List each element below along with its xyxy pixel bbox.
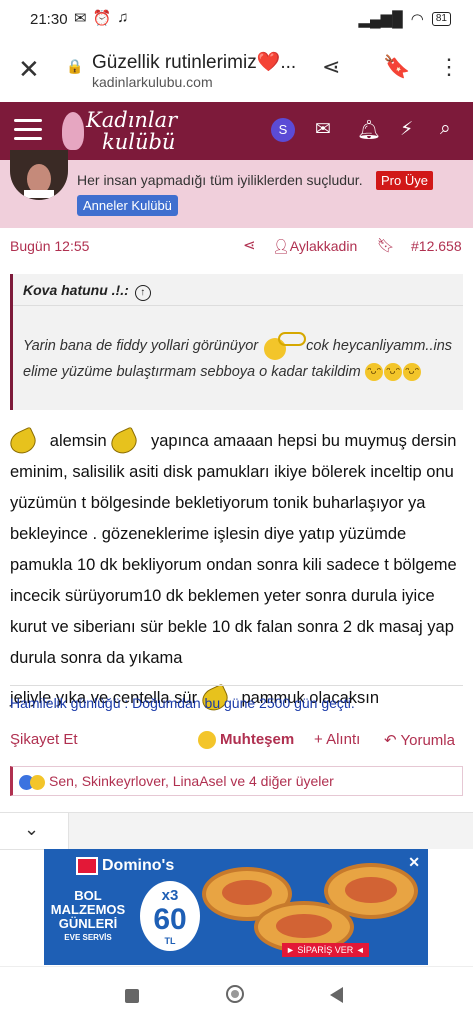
share-icon[interactable]: ⋖ xyxy=(322,54,340,80)
notifications-bell-icon[interactable]: 🔔︎ xyxy=(357,118,381,142)
home-icon[interactable] xyxy=(226,985,244,1003)
ad-close-icon[interactable]: ✕ xyxy=(408,854,420,871)
laughing-emoji-icon: ᵔᴗᵔ xyxy=(364,363,383,382)
author-motto: Her insan yapmadığı tüm iyiliklerden suç… xyxy=(77,172,363,188)
quote-button[interactable]: + Alıntı xyxy=(314,731,360,748)
collapse-bar: ⌄ xyxy=(0,812,473,850)
reaction-button[interactable]: Muhteşem xyxy=(198,731,295,750)
banana-emoji-icon xyxy=(107,426,141,458)
system-icons: ▂▄▆█ ◠ 81 xyxy=(358,10,451,28)
messages-icon[interactable]: ✉ xyxy=(315,118,331,141)
browser-toolbar: ✕ 🔒 Güzellik rutinlerimiz❤️... kadinlark… xyxy=(0,40,473,103)
go-to-quote-icon[interactable]: ↑ xyxy=(134,285,151,301)
laughing-emoji-icon: ᵔᴗᵔ xyxy=(402,363,421,382)
quote-text-1: Yarin bana de fiddy yollari görünüyor xyxy=(23,337,259,354)
collapse-tab[interactable]: ⌄ xyxy=(0,813,69,850)
advertisement-banner[interactable]: Domino's BOL MALZEMOS GÜNLERİ EVE SERVİS… xyxy=(44,849,428,965)
post-date[interactable]: Bugün 12:55 xyxy=(10,238,89,254)
banana-emoji-icon xyxy=(6,426,40,458)
battery-icon: 81 xyxy=(431,12,451,26)
wifi-icon: ◠ xyxy=(410,11,424,28)
page-domain[interactable]: kadinlarkulubu.com xyxy=(92,74,213,90)
reply-button[interactable]: ↶ Yorumla xyxy=(384,731,455,749)
quote-block: Kova hatunu .!.: ↑ Yarin bana de fiddy yo… xyxy=(10,274,463,410)
search-icon[interactable]: ⌕ xyxy=(440,118,451,140)
back-icon[interactable] xyxy=(330,987,343,1003)
tag-user-link[interactable]: 👤︎Aylakkadin xyxy=(272,238,357,255)
clock: 21:30 xyxy=(30,11,68,28)
logo-text-line1: Kadınlar xyxy=(86,108,178,132)
activity-bolt-icon[interactable]: ⚡︎ xyxy=(400,118,413,141)
status-bar: 21:30 ✉ ⏰ ♫ ▂▄▆█ ◠ 81 xyxy=(0,0,473,40)
ad-headline: BOL MALZEMOS GÜNLERİ EVE SERVİS xyxy=(50,889,126,945)
logo-text-line2: kulübü xyxy=(102,130,176,154)
system-nav-bar xyxy=(0,966,473,1025)
post-actions: Şikayet Et Muhteşem + Alıntı ↶ Yorumla xyxy=(0,731,473,753)
reactions-text: Sen, Skinkeyrlover, LinaAsel ve 4 diğer … xyxy=(49,773,334,789)
tag-user-label: Aylakkadin xyxy=(289,238,358,254)
pro-member-badge: Pro Üye xyxy=(376,171,433,190)
close-tab-icon[interactable]: ✕ xyxy=(18,54,40,85)
site-header: Kadınlar kulübü S ✉ 🔔︎ ⚡︎ ⌕ xyxy=(0,102,473,160)
signal-icon: ▂▄▆█ xyxy=(358,11,403,28)
ad-price: 60 xyxy=(153,903,187,936)
headphones-icon: ♫ xyxy=(117,9,129,26)
bookmark-post-icon[interactable]: 🔖︎ xyxy=(377,237,395,254)
site-logo[interactable]: Kadınlar kulübü xyxy=(62,106,182,156)
dominos-logo-icon xyxy=(76,857,98,875)
ad-currency: TL xyxy=(164,936,176,946)
group-badge[interactable]: Anneler Kulübü xyxy=(77,195,178,216)
alarm-icon: ⏰ xyxy=(92,10,112,27)
recents-icon[interactable] xyxy=(125,989,139,1003)
post-body: alemsin yapınca amaaan hepsi bu muymuş d… xyxy=(6,426,465,715)
report-button[interactable]: Şikayet Et xyxy=(10,731,78,748)
ad-line3: GÜNLERİ xyxy=(58,916,118,931)
page-title[interactable]: Güzellik rutinlerimiz❤️... xyxy=(92,50,302,74)
post-meta: Bugün 12:55 ⋖ 👤︎Aylakkadin 🔖︎ #12.658 xyxy=(0,236,473,258)
ad-price-badge: x3 60 TL xyxy=(140,881,200,951)
ad-brand-label: Domino's xyxy=(102,857,175,875)
reaction-label: Muhteşem xyxy=(220,731,295,748)
ad-brand: Domino's xyxy=(76,857,174,875)
lock-icon[interactable]: 🔒 xyxy=(66,58,83,75)
user-avatar[interactable]: S xyxy=(271,118,295,142)
share-post-icon[interactable]: ⋖ xyxy=(243,236,256,254)
divider xyxy=(10,685,463,686)
quote-body: Yarin bana de fiddy yollari görünüyor co… xyxy=(23,332,453,384)
post-text-1: alemsin xyxy=(49,432,107,450)
laughing-emoji-icon: ᵔᴗᵔ xyxy=(383,363,402,382)
quote-author: Kova hatunu .!.: xyxy=(23,282,129,298)
logo-figure xyxy=(62,112,84,150)
more-menu-icon[interactable]: ⋮ xyxy=(438,54,460,80)
post-number[interactable]: #12.658 xyxy=(411,238,462,254)
ad-line4: EVE SERVİS xyxy=(64,933,112,942)
heart-eyes-emoji-icon xyxy=(198,731,216,750)
user-signature[interactable]: Hamilelik günlüğü : Doğumdan bu güne 250… xyxy=(10,695,355,711)
quote-header[interactable]: Kova hatunu .!.: ↑ xyxy=(13,274,463,306)
notification-icons: ✉ ⏰ ♫ xyxy=(74,9,129,27)
ad-line1: BOL xyxy=(74,888,102,903)
saxophone-emoji-icon xyxy=(262,332,307,360)
post-text-2: yapınca amaaan hepsi bu muymuş dersin em… xyxy=(10,432,457,667)
chevron-down-icon[interactable]: ⌄ xyxy=(24,819,39,840)
ad-multiplier: x3 xyxy=(161,887,179,904)
ad-line2: MALZEMOS xyxy=(50,902,126,917)
reply-label: Yorumla xyxy=(400,732,455,749)
ad-order-button[interactable]: ► SİPARİŞ VER ◄ xyxy=(282,943,369,957)
reply-icon: ↶ xyxy=(384,732,397,749)
gmail-icon: ✉ xyxy=(74,10,87,27)
reactions-list[interactable]: Sen, Skinkeyrlover, LinaAsel ve 4 diğer … xyxy=(10,766,463,796)
heart-eyes-reaction-icon xyxy=(30,774,45,790)
bookmark-icon[interactable]: 🔖 xyxy=(383,54,410,80)
hamburger-menu-icon[interactable] xyxy=(14,119,42,146)
